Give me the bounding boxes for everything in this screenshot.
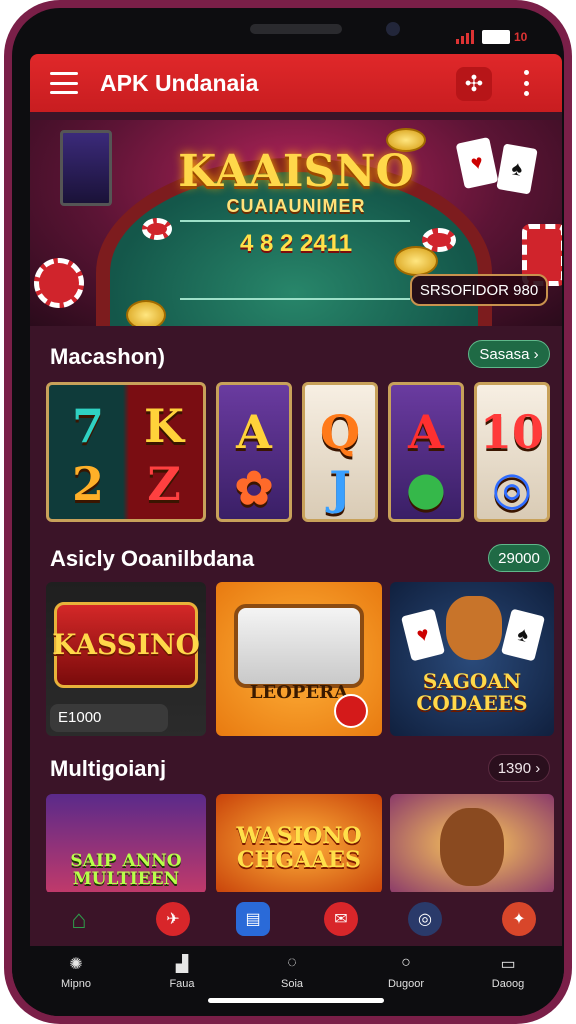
slot-game-tile[interactable]: A ● (388, 382, 464, 522)
target-icon[interactable]: ◎ (408, 902, 442, 936)
reel-symbol: ● (405, 461, 447, 515)
card-title: WASIONO CHGAAES (236, 823, 362, 873)
tab-daoog[interactable]: ▭ Daoog (468, 954, 548, 990)
jackpot-icon[interactable]: ✦ (502, 902, 536, 936)
section-title-featured: Asicly Ooanilbdana (50, 546, 255, 571)
game-card-sagoan[interactable]: ♥ ♠ SAGOAN CODAEES (390, 582, 554, 736)
card-price: E1000 (50, 704, 168, 732)
section-title-machines: Macashon) (50, 344, 165, 369)
banner-subtitle: CUAIAUNIMER (226, 196, 366, 216)
reel-symbol: ✿ (234, 461, 274, 515)
reel-symbol: 10 (479, 405, 544, 459)
tab-mipno[interactable]: ✺ Mipno (36, 954, 116, 990)
slot-reels-row: 7 2 K Z A ✿ Q J A ● 10 ◎ (46, 382, 550, 522)
main-content: ♥ ♠ KAAISNO CUAIAUNIMER 4 8 2 2411 SRSOF… (30, 112, 562, 892)
reel-symbol: J (329, 461, 351, 515)
reel-symbol: A (408, 405, 444, 459)
speaker-grille (250, 24, 342, 34)
hamburger-icon[interactable] (50, 72, 78, 94)
bottom-tab-bar: ✺ Mipno ▟ Faua ◌ Soia ○ Dugoor ▭ Daoog (12, 946, 564, 1016)
tab-label: Mipno (61, 978, 91, 990)
reel-symbol: Z (147, 457, 181, 511)
tab-dugoor[interactable]: ○ Dugoor (366, 954, 446, 990)
reel-symbol: Q (319, 405, 361, 459)
tab-faua[interactable]: ▟ Faua (142, 954, 222, 990)
chat-icon: ◌ (287, 954, 297, 971)
playing-card-icon: ♠ (500, 608, 546, 662)
beaver-mascot-artwork (440, 808, 504, 886)
ticket-icon: ▭ (500, 956, 516, 973)
game-card-multiplayer[interactable]: SAIP ANNO MULTIEEN (46, 794, 206, 892)
front-camera (386, 22, 400, 36)
tab-soia[interactable]: ◌ Soia (252, 954, 332, 990)
reel-symbol: A (236, 405, 272, 459)
slot-icon: ▟ (175, 956, 189, 973)
card-title: SAGOAN CODAEES (416, 669, 528, 715)
phone-frame: 10 APK Undanaia ✣ ♥ ♠ KAAISNO CUAIAUNIME… (4, 0, 572, 1024)
rocket-icon[interactable]: ✈ (156, 902, 190, 936)
slot-game-tile[interactable]: 7 2 K Z (46, 382, 206, 522)
playing-card-icon: ♥ (400, 608, 446, 662)
banner-cta-button[interactable]: SRSOFIDOR 980 (410, 274, 548, 306)
reel-symbol: K (144, 399, 184, 453)
section-title-multi: Multigoianj (50, 756, 167, 781)
slot-game-tile[interactable]: A ✿ (216, 382, 292, 522)
battery-level: 10 (514, 30, 528, 44)
app-bar: APK Undanaia ✣ (30, 54, 562, 112)
chip-icon (34, 258, 84, 308)
tab-label: Faua (169, 978, 195, 990)
puzzle-icon[interactable]: ✣ (456, 67, 492, 101)
button-label: Sasasa (479, 345, 530, 363)
circle-icon: ○ (401, 954, 411, 971)
featured-count-badge[interactable]: 29000 (488, 544, 550, 572)
gift-icon[interactable]: ✉ (324, 902, 358, 936)
battery-icon (482, 30, 510, 44)
slot-game-tile[interactable]: Q J (302, 382, 378, 522)
tab-label: Daoog (491, 978, 525, 990)
app-title: APK Undanaia (100, 69, 259, 96)
multi-count-badge[interactable]: 1390 › (488, 754, 550, 782)
game-card-leopera[interactable]: LEOPERA (216, 582, 382, 736)
play-badge-icon (334, 694, 368, 728)
tab-label: Dugoor (387, 978, 425, 990)
list-icon[interactable]: ▤ (236, 902, 270, 936)
controller-icon: ✺ (69, 956, 83, 973)
see-all-machines-button[interactable]: Sasasa › (468, 340, 550, 368)
slot-game-tile[interactable]: 10 ◎ (474, 382, 550, 522)
card-title: KASSINO (52, 628, 200, 661)
quick-nav-bar: ⌂ ✈ ▤ ✉ ◎ ✦ (30, 892, 562, 946)
card-title: SAIP ANNO MULTIEEN (70, 851, 182, 889)
home-icon[interactable]: ⌂ (62, 902, 96, 936)
promo-banner[interactable]: ♥ ♠ KAAISNO CUAIAUNIMER 4 8 2 2411 SRSOF… (30, 120, 562, 326)
phone-screen: 10 APK Undanaia ✣ ♥ ♠ KAAISNO CUAIAUNIME… (12, 8, 564, 1016)
game-card-wasiono[interactable]: WASIONO CHGAAES (216, 794, 382, 892)
home-indicator[interactable] (208, 998, 384, 1003)
game-card-kassino[interactable]: KASSINO E1000 (46, 582, 206, 736)
tab-label: Soia (280, 978, 304, 990)
signal-icon (456, 30, 476, 44)
more-vertical-icon[interactable] (524, 70, 530, 96)
gold-coin-icon (126, 300, 166, 326)
banner-title: KAAISNO (178, 146, 414, 197)
status-bar: 10 (12, 8, 564, 52)
banner-numbers: 4 8 2 2411 (239, 230, 353, 257)
slot-machine-artwork (234, 604, 364, 688)
fox-mascot-artwork (446, 596, 502, 660)
game-card-beaver[interactable] (390, 794, 554, 892)
reel-symbol: ◎ (491, 461, 533, 515)
